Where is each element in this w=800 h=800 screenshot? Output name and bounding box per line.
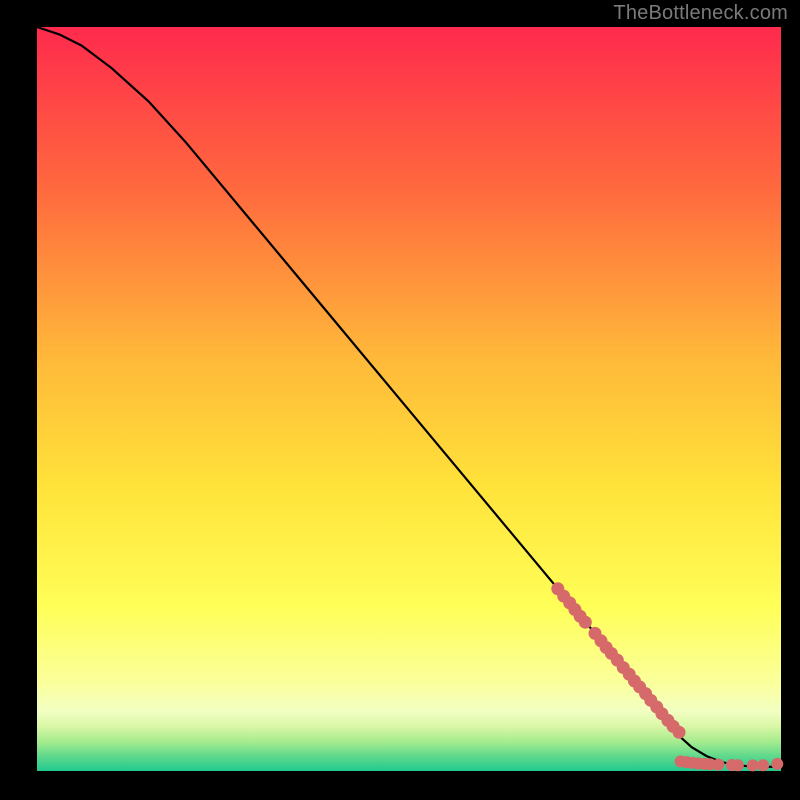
watermark-text: TheBottleneck.com bbox=[613, 2, 788, 25]
data-dot bbox=[732, 759, 744, 771]
chart-stage: { "watermark": "TheBottleneck.com", "col… bbox=[0, 0, 800, 800]
plot-background bbox=[37, 27, 781, 771]
data-dot bbox=[579, 616, 592, 629]
data-dot bbox=[771, 758, 783, 770]
data-dot bbox=[747, 759, 759, 771]
data-dot bbox=[713, 759, 725, 771]
data-dot bbox=[673, 726, 686, 739]
chart-svg bbox=[0, 0, 800, 800]
data-dot bbox=[757, 759, 769, 771]
